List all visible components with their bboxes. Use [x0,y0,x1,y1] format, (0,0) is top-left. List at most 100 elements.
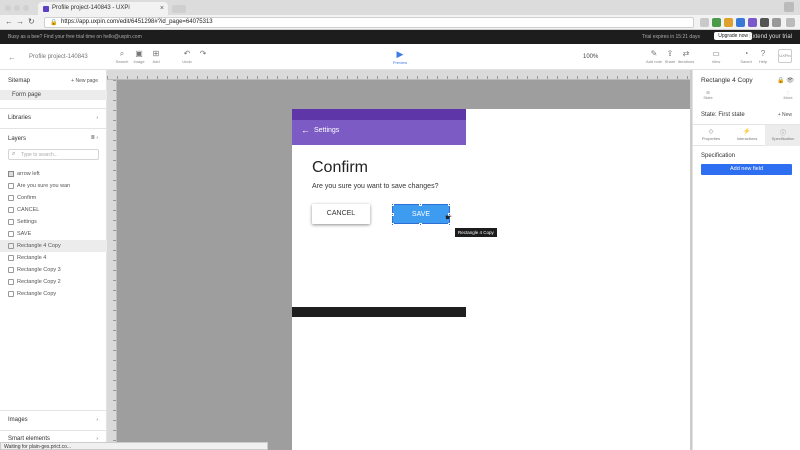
resize-handle[interactable] [391,213,394,216]
lock-icon: 🔒 [50,20,58,26]
window-maximize-icon[interactable] [23,5,29,11]
layer-item[interactable]: SAVE [0,228,107,240]
chevron-right-icon[interactable]: › [96,115,98,121]
extension-icon[interactable] [736,18,745,27]
back-to-dashboard-icon[interactable]: ← [8,53,16,62]
rectangle-layer-icon [8,267,14,273]
state-icon[interactable]: ⊞ State [701,90,715,100]
add-new-field-button[interactable]: Add new field [701,164,792,175]
new-page-button[interactable]: + New page [71,78,98,84]
add-tool-button[interactable]: ⊞ Add [145,49,167,64]
layers-options-icon[interactable]: ≣ › [91,135,98,141]
layer-item[interactable]: Settings [0,216,107,228]
layer-item[interactable]: Rectangle Copy 2 [0,276,107,288]
resize-handle[interactable] [419,203,422,206]
layer-item[interactable]: arrow left [0,168,107,180]
state-selector[interactable]: State: First state [701,112,745,118]
new-state-button[interactable]: + New [778,112,792,118]
horizontal-ruler [107,70,690,80]
browser-address-bar: ← → ↻ 🔒 https://app.uxpin.com/edit/64512… [0,15,800,30]
extension-icon[interactable] [772,18,781,27]
layer-item[interactable]: Rectangle Copy [0,288,107,300]
arrow-left-icon[interactable]: ← [301,125,310,135]
resize-handle[interactable] [419,223,422,226]
rectangle-layer-icon [8,255,14,261]
window-close-icon[interactable] [5,5,11,11]
forward-icon[interactable]: → [16,17,24,26]
properties-panel: Rectangle 4 Copy 🔒 👁 ⊞ State ⋮ More State:… [692,70,800,450]
folder-icon [8,171,14,177]
save-button[interactable]: SAVE [392,204,450,224]
extension-icon[interactable] [724,18,733,27]
layers-search-input[interactable]: ⌕ Type to search... [8,149,99,160]
cancel-button[interactable]: CANCEL [312,204,370,224]
back-icon[interactable]: ← [5,17,13,26]
layer-item[interactable]: Are you sure you wan [0,180,107,192]
preview-button[interactable]: ▶ Preview [388,49,412,65]
mock-status-bar [292,109,466,120]
chevron-right-icon[interactable]: › [96,417,98,423]
dialog-title[interactable]: Confirm [312,159,368,177]
text-layer-icon [8,183,14,189]
new-tab-button[interactable] [172,5,186,13]
url-input[interactable]: 🔒 https://app.uxpin.com/edit/6451298#?id… [44,17,694,28]
extension-icon[interactable] [712,18,721,27]
layer-item[interactable]: Rectangle 4 [0,252,107,264]
redo-button[interactable]: ↷ [192,49,214,59]
selected-element-name[interactable]: Rectangle 4 Copy [701,77,753,84]
help-button[interactable]: ? Help [752,49,774,64]
bookmark-icon[interactable] [700,18,709,27]
design-canvas[interactable]: ← Settings Confirm Are you sure you want… [107,70,690,450]
browser-profile-icon[interactable] [784,2,794,12]
resize-handle[interactable] [448,203,451,206]
trial-expiry: Trial expires in 15:21 days [641,34,700,40]
resize-handle[interactable] [391,223,394,226]
mock-header-title[interactable]: Settings [314,127,339,134]
tab-specification[interactable]: ⓘ Specification [765,125,800,146]
resize-handle[interactable] [448,223,451,226]
upgrade-button[interactable]: Upgrade now [714,32,752,40]
zoom-level[interactable]: 100% [583,54,598,60]
browser-tab[interactable]: Profile project-140843 - UXPi × [38,2,168,15]
sitemap-page-item[interactable]: Form page [0,90,107,100]
hand-cursor-icon: ☛ [445,213,453,222]
tab-properties[interactable]: ◇ Properties [693,125,729,146]
layer-item[interactable]: CANCEL [0,204,107,216]
extension-icon[interactable] [748,18,757,27]
artboard[interactable]: ← Settings Confirm Are you sure you want… [292,109,690,450]
project-name[interactable]: Profile project-140843 [29,54,88,60]
rectangle-layer-icon [8,291,14,297]
rectangle-layer-icon [8,279,14,285]
extension-icon[interactable] [760,18,769,27]
dialog-message[interactable]: Are you sure you want to save changes? [312,183,438,190]
lock-visibility-icons[interactable]: 🔒 👁 [777,77,794,84]
more-icon[interactable]: ⋮ More [781,90,795,100]
window-minimize-icon[interactable] [14,5,20,11]
add-icon: ⊞ [152,49,160,58]
layer-item[interactable]: Confirm [0,192,107,204]
divider [0,410,107,411]
layer-item[interactable]: Rectangle Copy 3 [0,264,107,276]
play-icon: ▶ [396,49,404,59]
redo-icon: ↷ [199,49,207,58]
tab-interactions[interactable]: ⚡ Interactions [729,125,765,146]
divider [0,430,107,431]
sitemap-heading: Sitemap [8,78,31,84]
mock-app-header[interactable]: ← Settings [292,109,466,145]
uxpin-favicon-icon [43,6,49,12]
view-button[interactable]: ▭ View [705,49,727,64]
browser-menu-icon[interactable] [786,18,795,27]
libraries-heading[interactable]: Libraries [8,115,31,121]
extend-trial-link[interactable]: Extend your trial [749,34,792,40]
layer-item-selected[interactable]: Rectangle 4 Copy [0,240,107,252]
user-avatar[interactable]: UXPin [778,49,792,63]
tab-close-icon[interactable]: × [160,5,164,12]
mock-bottom-bar[interactable] [292,307,466,317]
divider [0,128,107,129]
reload-icon[interactable]: ↻ [28,17,35,26]
resize-handle[interactable] [391,203,394,206]
images-heading[interactable]: Images [8,417,28,423]
iterations-button[interactable]: ⇄ Iterations [675,49,697,64]
layers-heading: Layers [8,136,27,142]
info-icon: ⓘ [779,131,786,137]
